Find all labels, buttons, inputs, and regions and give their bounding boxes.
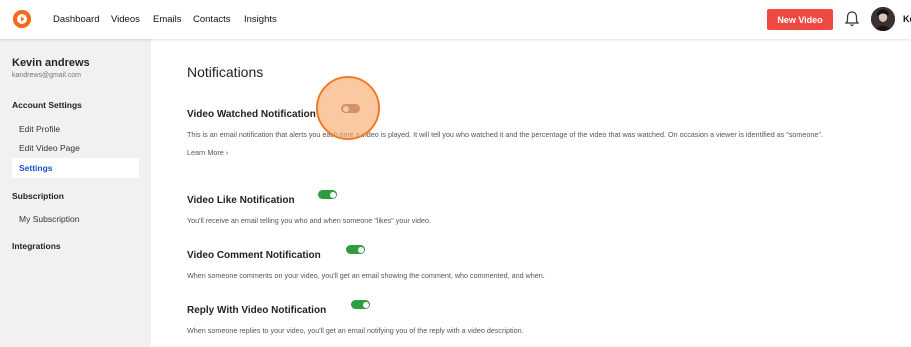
setting-title: Video Comment Notification	[187, 250, 321, 261]
top-navigation-bar: Dashboard Videos Emails Contacts Insight…	[0, 0, 911, 39]
settings-sidebar: Kevin andrews kandrews@gmail.com Account…	[0, 39, 151, 347]
toggle-knob	[342, 105, 349, 112]
nav-emails[interactable]: Emails	[153, 0, 182, 39]
setting-description: When someone replies to your video, you'…	[187, 326, 524, 335]
sidebar-item-my-subscription[interactable]: My Subscription	[12, 209, 139, 229]
user-name-truncated[interactable]: Ke	[903, 14, 911, 24]
setting-video-like: Video Like Notification You'll receive a…	[187, 190, 903, 226]
toggle-knob	[329, 191, 336, 198]
section-integrations[interactable]: Integrations	[12, 241, 61, 251]
section-subscription[interactable]: Subscription	[12, 191, 64, 201]
sidebar-item-settings[interactable]: Settings	[12, 158, 139, 178]
nav-dashboard[interactable]: Dashboard	[53, 0, 99, 39]
sidebar-user-email: kandrews@gmail.com	[12, 72, 81, 79]
setting-title: Video Watched Notification	[187, 109, 316, 120]
toggle-video-comment[interactable]	[346, 245, 365, 254]
learn-more-link[interactable]: Learn More ›	[187, 148, 903, 157]
nav-videos[interactable]: Videos	[111, 0, 140, 39]
toggle-reply-with-video[interactable]	[351, 300, 370, 309]
sidebar-item-edit-video-page[interactable]: Edit Video Page	[12, 138, 139, 158]
setting-title: Reply With Video Notification	[187, 305, 327, 316]
section-account-settings: Account Settings	[12, 100, 82, 110]
setting-reply-with-video: Reply With Video Notification When someo…	[187, 300, 903, 336]
toggle-knob	[357, 246, 364, 253]
user-avatar[interactable]	[871, 7, 895, 31]
nav-contacts[interactable]: Contacts	[193, 0, 231, 39]
setting-description: You'll receive an email telling you who …	[187, 216, 431, 225]
nav-insights[interactable]: Insights	[244, 0, 277, 39]
setting-description: This is an email notification that alert…	[187, 130, 823, 139]
sidebar-item-edit-profile[interactable]: Edit Profile	[12, 119, 139, 139]
setting-video-watched: Video Watched Notification This is an em…	[187, 104, 903, 157]
setting-title: Video Like Notification	[187, 195, 295, 206]
bell-icon[interactable]	[844, 10, 860, 28]
setting-description: When someone comments on your video, you…	[187, 271, 545, 280]
page-title: Notifications	[187, 64, 264, 80]
sidebar-user-name: Kevin andrews	[12, 57, 90, 69]
toggle-video-watched[interactable]	[341, 104, 360, 113]
setting-video-comment: Video Comment Notification When someone …	[187, 245, 903, 281]
play-logo-icon[interactable]	[13, 10, 31, 28]
toggle-video-like[interactable]	[318, 190, 337, 199]
new-video-button[interactable]: New Video	[767, 9, 833, 30]
toggle-knob	[362, 301, 369, 308]
